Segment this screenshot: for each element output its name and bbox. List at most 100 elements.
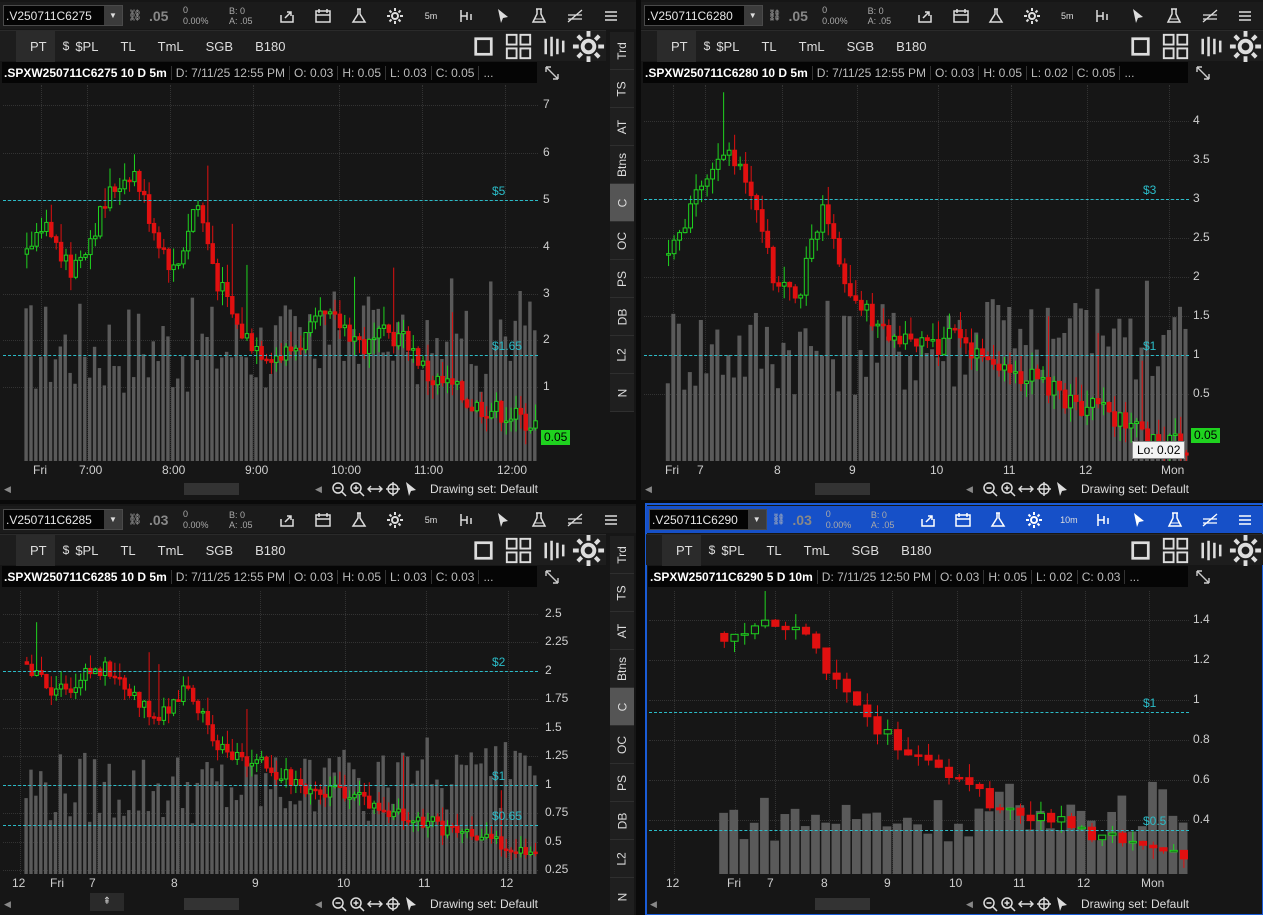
side-tab-n[interactable]: N (610, 878, 634, 915)
studies-icon[interactable] (1085, 2, 1121, 29)
scroll-left-icon[interactable]: ◀ (645, 484, 652, 495)
side-tab-l2[interactable]: L2 (610, 840, 634, 878)
crosshair-icon[interactable] (384, 480, 402, 498)
b180-tool[interactable]: B180 (882, 31, 934, 62)
grid-layout-icon[interactable] (501, 535, 536, 566)
zoom-out-icon[interactable] (330, 895, 348, 913)
zoom-out-icon[interactable] (981, 480, 999, 498)
trendline-tool[interactable]: TL (752, 535, 789, 566)
menu-icon[interactable] (593, 506, 629, 533)
side-tab-trd[interactable]: Trd (610, 32, 634, 70)
timeline-tool[interactable]: TmL (790, 535, 838, 566)
sgb-tool[interactable]: SGB (192, 31, 241, 62)
scroll-left-icon[interactable]: ◀ (4, 484, 11, 495)
pointer-tool[interactable]: PT (662, 534, 701, 566)
side-tab-ps[interactable]: PS (610, 260, 634, 298)
chart-panel-2[interactable]: .V250711C6280 ▼ ⛓ .05 0 0.00% B: 0 A: .05 5m PT $ $… (641, 0, 1263, 500)
aggregation-button[interactable]: 10m (1051, 506, 1086, 533)
price-level-tool[interactable]: $ $PL (696, 31, 748, 62)
zoom-in-icon[interactable] (348, 480, 366, 498)
b180-tool[interactable]: B180 (241, 31, 293, 62)
side-tab-c[interactable]: C (610, 184, 634, 222)
expand-icon[interactable] (1194, 568, 1212, 584)
pin-icon[interactable] (641, 31, 657, 62)
share-icon[interactable] (269, 2, 305, 29)
cursor-icon[interactable] (485, 506, 521, 533)
aggregation-button[interactable]: 5m (1049, 2, 1085, 29)
cursor-icon[interactable] (1121, 2, 1157, 29)
collapse-button[interactable]: ⇞ (90, 893, 124, 911)
price-level-line[interactable] (644, 355, 1189, 356)
side-tab-at[interactable]: AT (610, 612, 634, 650)
zoom-in-icon[interactable] (348, 895, 366, 913)
fit-icon[interactable] (366, 895, 384, 913)
side-tab-at[interactable]: AT (610, 108, 634, 146)
crosshair-icon[interactable] (1035, 480, 1053, 498)
zoom-out-icon[interactable] (330, 480, 348, 498)
price-level-line[interactable] (3, 355, 538, 356)
style-icon[interactable] (1193, 31, 1228, 62)
scroll-right-icon[interactable]: ◀ (315, 484, 322, 495)
chart-panel-3[interactable]: .V250711C6285 ▼ ⛓ .03 0 0.00% B: 0 A: .05 5m PT $ $… (0, 504, 636, 915)
single-layout-icon[interactable] (1123, 31, 1158, 62)
timeline-tool[interactable]: TmL (144, 31, 192, 62)
side-tab-btns[interactable]: Btns (610, 650, 634, 688)
expand-icon[interactable] (1194, 64, 1212, 80)
cursor-icon[interactable] (1053, 895, 1071, 913)
b180-tool[interactable]: B180 (887, 535, 939, 566)
side-tab-c[interactable]: C (610, 688, 634, 726)
single-layout-icon[interactable] (466, 535, 501, 566)
price-level-tool[interactable]: $ $PL (701, 535, 753, 566)
scroll-left-icon[interactable]: ◀ (650, 899, 657, 910)
side-tab-ts[interactable]: TS (610, 574, 634, 612)
trendline-tool[interactable]: TL (106, 535, 143, 566)
flask-icon[interactable] (521, 506, 557, 533)
pointer-tool[interactable]: PT (16, 30, 55, 62)
pointer-tool[interactable]: PT (16, 534, 55, 566)
menu-icon[interactable] (1227, 2, 1263, 29)
chart-panel-1[interactable]: .V250711C6275 ▼ ⛓ .05 0 0.00% B: 0 A: .05 5m PT $ $… (0, 0, 636, 500)
drawing-set-label[interactable]: Drawing set: Default (1081, 482, 1189, 496)
calendar-icon[interactable] (943, 2, 979, 29)
aggregation-button[interactable]: 5m (413, 506, 449, 533)
flask-icon[interactable] (341, 2, 377, 29)
style-icon[interactable] (536, 31, 571, 62)
gear-icon[interactable] (377, 2, 413, 29)
chart-settings-icon[interactable] (571, 30, 606, 63)
cursor-icon[interactable] (1122, 506, 1157, 533)
pin-icon[interactable] (646, 535, 662, 566)
flask-icon[interactable] (341, 506, 377, 533)
grid-layout-icon[interactable] (1158, 535, 1193, 566)
sgb-tool[interactable]: SGB (192, 535, 241, 566)
symbol-input[interactable]: .V250711C6275 ▼ (3, 5, 123, 26)
share-icon[interactable] (907, 2, 943, 29)
fit-icon[interactable] (1017, 895, 1035, 913)
price-chart-canvas[interactable] (3, 591, 538, 874)
pin-icon[interactable] (0, 535, 16, 566)
flask-icon[interactable] (981, 506, 1016, 533)
single-layout-icon[interactable] (466, 31, 501, 62)
price-level-line[interactable] (3, 671, 538, 672)
pointer-tool[interactable]: PT (657, 30, 696, 62)
side-tab-db[interactable]: DB (610, 802, 634, 840)
crosshair-icon[interactable] (384, 895, 402, 913)
chevron-down-icon[interactable]: ▼ (104, 6, 122, 25)
price-level-line[interactable] (3, 785, 538, 786)
side-tab-l2[interactable]: L2 (610, 336, 634, 374)
sgb-tool[interactable]: SGB (833, 31, 882, 62)
b180-tool[interactable]: B180 (241, 535, 293, 566)
drawing-tools-icon[interactable] (557, 506, 593, 533)
horizontal-scrollbar[interactable] (663, 898, 960, 910)
trendline-tool[interactable]: TL (747, 31, 784, 62)
studies-icon[interactable] (449, 506, 485, 533)
chart-settings-icon[interactable] (1228, 534, 1263, 567)
price-chart-canvas[interactable] (3, 85, 538, 461)
trendline-tool[interactable]: TL (106, 31, 143, 62)
price-chart-canvas[interactable] (649, 591, 1189, 874)
price-level-tool[interactable]: $ $PL (55, 31, 107, 62)
chevron-down-icon[interactable]: ▼ (747, 510, 766, 529)
symbol-input[interactable]: .V250711C6285 ▼ (3, 509, 123, 530)
symbol-input[interactable]: .V250711C6280 ▼ (644, 5, 763, 26)
drawing-tools-icon[interactable] (557, 2, 593, 29)
grid-layout-icon[interactable] (1158, 31, 1193, 62)
